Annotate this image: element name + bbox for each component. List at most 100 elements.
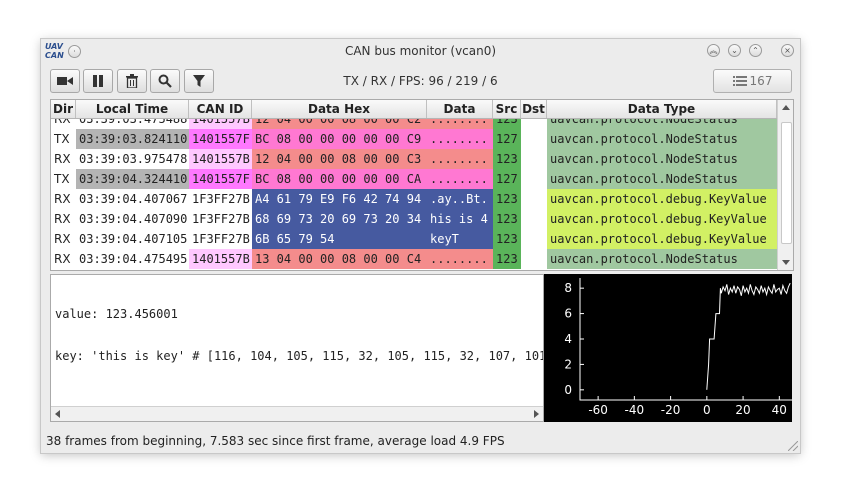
col-data-type[interactable]: Data Type: [547, 100, 777, 118]
cell-ascii: ........: [427, 169, 493, 189]
cell-time: 03:39:03.475488: [76, 119, 189, 129]
x-tick-label: -60: [588, 403, 608, 417]
cell-can-id: 1F3FF27B: [189, 209, 252, 229]
col-dst[interactable]: Dst: [521, 100, 547, 118]
y-tick-label: 0: [564, 383, 572, 397]
cell-dst: [521, 229, 547, 249]
cell-src: 123: [493, 119, 521, 129]
table-row[interactable]: RX 03:39:04.475495 1401557B 13 04 00 00 08 …: [51, 249, 777, 269]
table-header: Dir Local Time CAN ID Data Hex Data ASCI…: [51, 100, 793, 134]
x-tick-label: 40: [772, 403, 787, 417]
frame-count-label: 167: [749, 74, 773, 88]
cell-hex: 12 04 00 00 08 00 00 C2: [252, 119, 427, 129]
table-row[interactable]: RX 03:39:04.407090 1F3FF27B 68 69 73 20 69 …: [51, 209, 777, 229]
cell-can-id: 1F3FF27B: [189, 189, 252, 209]
cell-dir: RX: [51, 229, 76, 249]
resize-grip-icon[interactable]: [788, 441, 798, 451]
cell-type: uavcan.protocol.debug.KeyValue: [547, 189, 777, 209]
table-row[interactable]: TX 03:39:04.324410 1401557F BC 08 00 00 00 …: [51, 169, 777, 189]
text-horizontal-scrollbar[interactable]: [51, 406, 543, 421]
cell-src: 123: [493, 229, 521, 249]
cell-dir: RX: [51, 149, 76, 169]
y-tick-label: 6: [564, 307, 572, 321]
table-row[interactable]: RX 03:39:04.407105 1F3FF27B 6B 65 79 54 keyT…: [51, 229, 777, 249]
window-title: CAN bus monitor (vcan0): [344, 44, 497, 58]
cell-can-id: 1401557B: [189, 149, 252, 169]
scroll-left-icon[interactable]: [52, 407, 64, 421]
cell-hex: BC 08 00 00 00 00 00 CA: [252, 169, 427, 189]
cell-src: 123: [493, 249, 521, 269]
col-dir[interactable]: Dir: [51, 100, 76, 118]
cell-ascii: keyT: [427, 229, 493, 249]
x-tick-label: 20: [735, 403, 750, 417]
cell-src: 123: [493, 189, 521, 209]
cell-time: 03:39:04.407105: [76, 229, 189, 249]
message-list-button[interactable]: 167: [713, 69, 792, 93]
cell-dir: TX: [51, 129, 76, 149]
cell-dst: [521, 169, 547, 189]
can-bus-monitor-window: UAV CAN · CAN bus monitor (vcan0) ︽ ⌄ ⌃ …: [41, 39, 800, 453]
cell-type: uavcan.protocol.debug.KeyValue: [547, 229, 777, 249]
col-can-id[interactable]: CAN ID: [189, 100, 252, 118]
table-scroll-thumb[interactable]: [781, 122, 792, 244]
cell-ascii: ........: [427, 149, 493, 169]
cell-ascii: ........: [427, 129, 493, 149]
cell-dir: TX: [51, 169, 76, 189]
list-icon: [732, 76, 747, 86]
table-row[interactable]: TX 03:39:03.824110 1401557F BC 08 00 00 00 …: [51, 129, 777, 149]
table-row[interactable]: RX 03:39:03.475488 1401557B 12 04 00 00 08 …: [51, 119, 777, 129]
cell-type: uavcan.protocol.debug.KeyValue: [547, 209, 777, 229]
cell-type: uavcan.protocol.NodeStatus: [547, 249, 777, 269]
cell-can-id: 1401557F: [189, 169, 252, 189]
cell-hex: 6B 65 79 54: [252, 229, 427, 249]
cell-type: uavcan.protocol.NodeStatus: [547, 149, 777, 169]
col-data-ascii[interactable]: Data ASCII: [427, 100, 493, 134]
cell-hex: BC 08 00 00 00 00 00 C9: [252, 129, 427, 149]
cell-can-id: 1401557B: [189, 119, 252, 129]
x-tick-label: -40: [625, 403, 645, 417]
table-vertical-scrollbar[interactable]: [777, 100, 794, 270]
title-bar: UAV CAN · CAN bus monitor (vcan0) ︽ ⌄ ⌃ …: [41, 39, 800, 63]
maximize-icon[interactable]: ⌃: [749, 44, 762, 57]
cell-src: 127: [493, 169, 521, 189]
cell-ascii: ........: [427, 249, 493, 269]
plot-axes: [579, 278, 792, 401]
col-local-time[interactable]: Local Time: [76, 100, 189, 118]
cell-dst: [521, 189, 547, 209]
x-tick-label: -20: [661, 403, 681, 417]
frames-table[interactable]: Dir Local Time CAN ID Data Hex Data ASCI…: [50, 99, 794, 271]
cell-can-id: 1F3FF27B: [189, 229, 252, 249]
cell-can-id: 1401557F: [189, 129, 252, 149]
decoded-message-pane[interactable]: value: 123.456001 key: 'this is key' # […: [50, 274, 544, 422]
col-src[interactable]: Src: [493, 100, 521, 118]
table-row[interactable]: RX 03:39:04.407067 1F3FF27B A4 61 79 E9 F6 …: [51, 189, 777, 209]
cell-type: uavcan.protocol.NodeStatus: [547, 169, 777, 189]
tx-rx-fps-stats: TX / RX / FPS: 96 / 219 / 6: [343, 74, 498, 88]
scroll-down-icon[interactable]: [778, 254, 794, 270]
keep-above-icon[interactable]: ︽: [707, 44, 720, 57]
table-body: RX 03:39:03.475488 1401557B 12 04 00 00 08 …: [51, 119, 777, 269]
decoded-message-text: value: 123.456001 key: 'this is key' # […: [55, 279, 544, 391]
decoded-line-key: key: 'this is key' # [116, 104, 105, 115…: [55, 349, 544, 363]
x-tick-label: 0: [703, 403, 711, 417]
cell-time: 03:39:04.475495: [76, 249, 189, 269]
cell-ascii: .ay..Bt.: [427, 189, 493, 209]
close-icon[interactable]: ×: [781, 44, 794, 57]
scroll-up-icon[interactable]: [778, 100, 794, 116]
cell-src: 123: [493, 149, 521, 169]
cell-dst: [521, 119, 547, 129]
cell-hex: A4 61 79 E9 F6 42 74 94: [252, 189, 427, 209]
cell-dst: [521, 209, 547, 229]
value-plot[interactable]: 0 2 4 6 8 -60 -40 -20 0 20 40: [544, 274, 792, 422]
col-data-hex[interactable]: Data Hex: [252, 100, 427, 118]
minimize-icon[interactable]: ⌄: [728, 44, 741, 57]
cell-src: 123: [493, 209, 521, 229]
cell-dst: [521, 149, 547, 169]
cell-hex: 12 04 00 00 08 00 00 C3: [252, 149, 427, 169]
cell-time: 03:39:04.407067: [76, 189, 189, 209]
cell-dir: RX: [51, 189, 76, 209]
y-tick-label: 2: [564, 357, 572, 371]
cell-dir: RX: [51, 209, 76, 229]
table-row[interactable]: RX 03:39:03.975478 1401557B 12 04 00 00 08 …: [51, 149, 777, 169]
scroll-right-icon[interactable]: [530, 407, 542, 421]
